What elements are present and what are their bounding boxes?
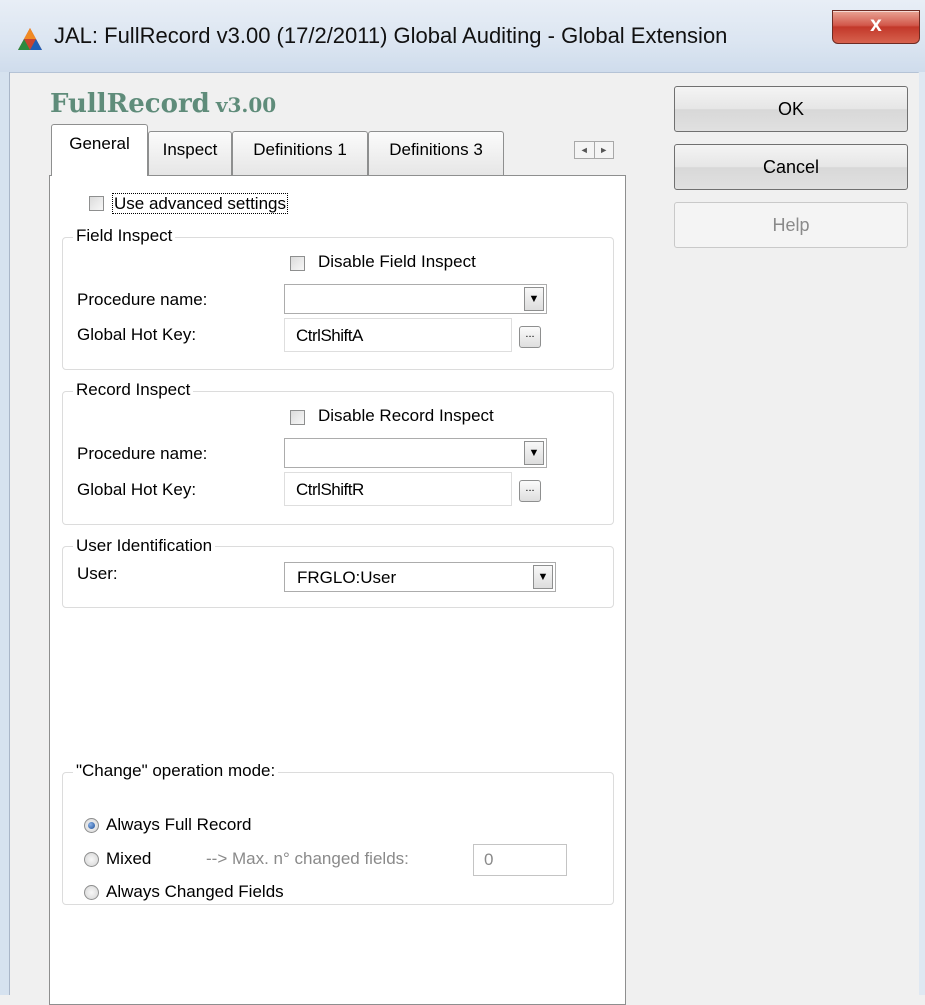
disable-field-inspect-checkbox[interactable]	[290, 256, 305, 271]
ok-button[interactable]: OK	[674, 86, 908, 132]
chevron-down-icon[interactable]: ▼	[533, 565, 553, 589]
close-button[interactable]: x	[832, 10, 920, 44]
product-name: FullRecord	[50, 89, 210, 119]
field-hotkey-input[interactable]: CtrlShiftA	[284, 318, 512, 352]
advanced-settings-label[interactable]: Use advanced settings	[112, 193, 288, 214]
max-changed-fields-input[interactable]: 0	[473, 844, 567, 876]
change-mode-legend: "Change" operation mode:	[73, 761, 279, 781]
user-value: FRGLO:User	[297, 568, 397, 587]
tab-label: Definitions 1	[253, 140, 347, 159]
disable-record-inspect-label: Disable Record Inspect	[318, 406, 494, 425]
tab-scroll-left-icon[interactable]: ◄	[575, 142, 594, 158]
record-procedure-label: Procedure name:	[77, 444, 208, 463]
window-left-border	[0, 72, 10, 995]
record-hotkey-input[interactable]: CtrlShiftR	[284, 472, 512, 506]
max-changed-fields-value: 0	[484, 850, 494, 869]
help-button[interactable]: Help	[674, 202, 908, 248]
close-icon: x	[870, 13, 882, 36]
chevron-down-icon[interactable]: ▼	[524, 287, 544, 311]
window-right-border	[918, 72, 925, 995]
field-inspect-legend: Field Inspect	[73, 226, 176, 246]
tab-label: Definitions 3	[389, 140, 483, 159]
tab-definitions-1[interactable]: Definitions 1	[232, 131, 368, 175]
tab-inspect[interactable]: Inspect	[148, 131, 232, 175]
window-title: JAL: FullRecord v3.00 (17/2/2011) Global…	[54, 23, 728, 48]
max-changed-fields-label: --> Max. n° changed fields:	[206, 849, 409, 868]
title-bar: JAL: FullRecord v3.00 (17/2/2011) Global…	[0, 0, 925, 73]
tab-definitions-3[interactable]: Definitions 3	[368, 131, 504, 175]
always-full-record-label: Always Full Record	[106, 815, 252, 834]
record-inspect-legend: Record Inspect	[73, 380, 194, 400]
user-select[interactable]: FRGLO:User ▼	[284, 562, 556, 592]
record-hotkey-value: CtrlShiftR	[296, 480, 364, 499]
tab-scroll-right-icon[interactable]: ►	[593, 142, 614, 158]
field-hotkey-value: CtrlShiftA	[296, 326, 363, 345]
always-changed-fields-label: Always Changed Fields	[106, 882, 284, 901]
field-hotkey-browse-button[interactable]: ...	[519, 326, 541, 348]
advanced-settings-checkbox[interactable]	[89, 196, 104, 211]
field-hotkey-label: Global Hot Key:	[77, 325, 197, 344]
tab-label: General	[69, 134, 130, 153]
radio-always-changed-fields[interactable]	[84, 885, 99, 900]
user-identification-legend: User Identification	[73, 536, 216, 556]
tab-label: Inspect	[162, 140, 218, 159]
radio-always-full-record[interactable]	[84, 818, 99, 833]
disable-field-inspect-label: Disable Field Inspect	[318, 252, 476, 271]
user-label: User:	[77, 564, 118, 583]
mixed-label: Mixed	[106, 849, 152, 868]
field-procedure-select[interactable]: ▼	[284, 284, 547, 314]
radio-mixed[interactable]	[84, 852, 99, 867]
tab-general[interactable]: General	[51, 124, 148, 176]
field-procedure-label: Procedure name:	[77, 290, 208, 309]
tab-scroll-control: ◄ ►	[574, 141, 614, 159]
record-procedure-select[interactable]: ▼	[284, 438, 547, 468]
product-heading: FullRecord v3.00	[50, 89, 276, 119]
chevron-down-icon[interactable]: ▼	[524, 441, 544, 465]
app-logo-icon	[18, 28, 42, 50]
product-version: v3.00	[215, 93, 277, 117]
cancel-button[interactable]: Cancel	[674, 144, 908, 190]
record-hotkey-browse-button[interactable]: ...	[519, 480, 541, 502]
record-hotkey-label: Global Hot Key:	[77, 480, 197, 499]
disable-record-inspect-checkbox[interactable]	[290, 410, 305, 425]
